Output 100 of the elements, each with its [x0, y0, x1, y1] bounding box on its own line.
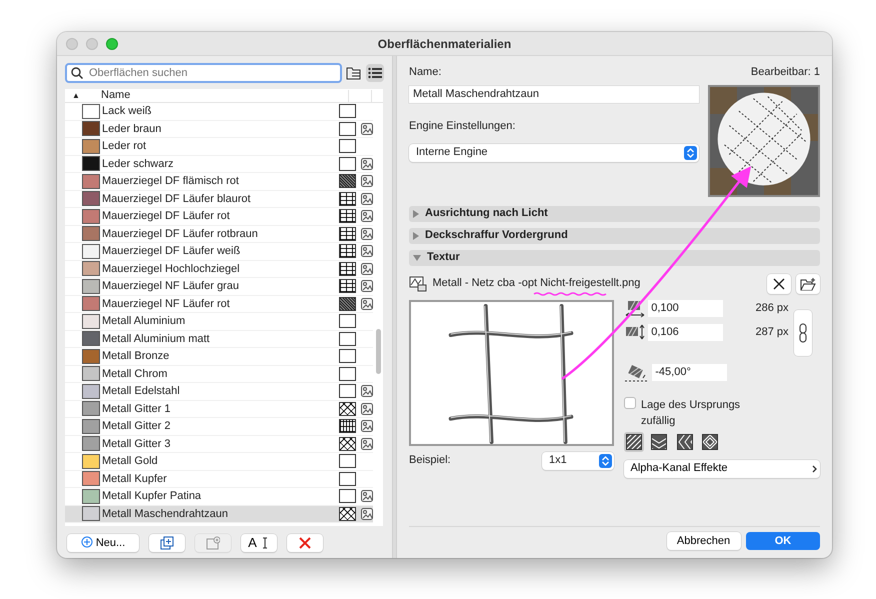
- mapping-mode-button[interactable]: [624, 432, 644, 452]
- sample-select[interactable]: 1x1: [542, 452, 614, 470]
- material-row[interactable]: Lack weiß: [65, 103, 373, 120]
- material-row[interactable]: Mauerziegel NF Läufer grau: [65, 278, 373, 296]
- checkbox-label: Lage des Ursprungs zufällig: [641, 398, 742, 429]
- mapping-mode-button[interactable]: [700, 432, 720, 452]
- material-row[interactable]: Metall Gitter 1: [65, 400, 373, 418]
- material-row[interactable]: Metall Edelstahl: [65, 383, 373, 400]
- hatch-pattern-icon: [626, 434, 642, 450]
- folder-list-icon: [346, 65, 362, 81]
- material-name: Metall Edelstahl: [102, 384, 181, 399]
- column-header[interactable]: Name: [87, 87, 337, 104]
- up-down-arrows-icon: [599, 454, 612, 468]
- material-name: Metall Gitter 2: [102, 419, 172, 434]
- material-row[interactable]: Metall Kupfer: [65, 470, 373, 488]
- hatch-pattern-swatch: [339, 262, 356, 276]
- list-view-button[interactable]: [366, 64, 384, 82]
- alpha-channel-button[interactable]: Alpha-Kanal Effekte: [624, 460, 820, 478]
- mapping-mode-button[interactable]: [649, 432, 669, 452]
- width-field[interactable]: 0,100: [648, 300, 724, 317]
- material-row[interactable]: Metall Aluminium matt: [65, 330, 373, 348]
- material-row[interactable]: Metall Gitter 3: [65, 436, 373, 453]
- material-row[interactable]: Mauerziegel NF Läufer rot: [65, 296, 373, 313]
- material-row[interactable]: Metall Gold: [65, 453, 373, 470]
- angle-field[interactable]: -45,00°: [652, 364, 728, 381]
- material-name: Mauerziegel NF Läufer rot: [102, 296, 231, 312]
- material-name: Metall Bronze: [102, 349, 170, 364]
- material-row[interactable]: Mauerziegel DF Läufer blaurot: [65, 190, 373, 208]
- remove-texture-button[interactable]: [766, 274, 790, 294]
- delete-icon: [298, 536, 312, 550]
- hatch-pattern-swatch: [339, 174, 356, 188]
- material-row[interactable]: Metall Maschendrahtzaun: [65, 506, 373, 523]
- search-field[interactable]: Oberflächen suchen: [65, 63, 342, 83]
- plus-circle-icon: [80, 536, 93, 550]
- scrollbar-thumb[interactable]: [376, 329, 381, 374]
- chain-link-icon: [799, 322, 807, 342]
- section-header[interactable]: Ausrichtung nach Licht: [409, 206, 820, 222]
- material-name: Metall Kupfer Patina: [102, 489, 202, 504]
- duplicate-icon: [160, 536, 174, 550]
- section-header[interactable]: Deckschraffur Vordergrund: [409, 228, 820, 244]
- material-row[interactable]: Mauerziegel DF flämisch rot: [65, 173, 373, 190]
- hatch-pattern-swatch: [339, 192, 356, 206]
- material-row[interactable]: Mauerziegel Hochlochziegel: [65, 260, 373, 278]
- hatch-pattern-swatch: [339, 506, 356, 521]
- material-name: Metall Gitter 3: [102, 436, 172, 452]
- material-row[interactable]: Metall Aluminium: [65, 313, 373, 330]
- cancel-button[interactable]: Abbrechen: [666, 532, 740, 550]
- hatch-pattern-swatch: [339, 366, 356, 381]
- material-name: Metall Gitter 1: [102, 402, 172, 416]
- sort-indicator[interactable]: ▲: [65, 90, 87, 102]
- material-row[interactable]: Mauerziegel DF Läufer rotbraun: [65, 226, 373, 243]
- engine-select[interactable]: Interne Engine: [409, 144, 699, 162]
- material-name: Metall Maschendrahtzaun: [102, 506, 229, 522]
- texture-height-icon: [624, 323, 646, 341]
- material-row[interactable]: Mauerziegel DF Läufer rot: [65, 208, 373, 226]
- material-row[interactable]: Leder braun: [65, 120, 373, 138]
- material-name: Metall Kupfer: [102, 472, 168, 486]
- open-folder-button[interactable]: [796, 274, 820, 294]
- material-row[interactable]: Leder rot: [65, 138, 373, 156]
- up-down-arrows-icon: [684, 146, 697, 160]
- chevron-right-icon: [812, 464, 818, 472]
- height-pixels: 287 px: [755, 324, 788, 340]
- material-name: Mauerziegel DF Läufer rot: [102, 209, 231, 224]
- hatch-pattern-swatch: [339, 296, 356, 311]
- material-name: Leder rot: [102, 139, 148, 154]
- hatch-pattern-swatch: [339, 332, 356, 346]
- texture-angle-icon: [624, 362, 650, 382]
- material-row[interactable]: Mauerziegel DF Läufer weiß: [65, 243, 373, 260]
- name-field[interactable]: Metall Maschendrahtzaun: [409, 86, 699, 103]
- height-field[interactable]: 0,106: [648, 324, 724, 340]
- link-proportions-button[interactable]: [794, 310, 812, 356]
- hatch-pattern-swatch: [339, 156, 356, 171]
- rename-button[interactable]: A: [241, 534, 277, 552]
- material-row[interactable]: Metall Chrom: [65, 366, 373, 383]
- material-row[interactable]: Leder schwarz: [65, 156, 373, 173]
- random-origin-checkbox[interactable]: [624, 396, 636, 408]
- hatch-pattern-swatch: [339, 279, 356, 294]
- engine-label: Engine Einstellungen:: [409, 119, 516, 134]
- mapping-mode-button[interactable]: [674, 432, 694, 452]
- hatch-pattern-swatch: [339, 122, 356, 136]
- section-header[interactable]: Textur: [409, 250, 820, 266]
- delete-button[interactable]: [287, 534, 323, 552]
- hatch-pattern-swatch: [339, 419, 356, 434]
- new-button[interactable]: Neu...: [67, 534, 139, 552]
- material-row[interactable]: Metall Bronze: [65, 348, 373, 366]
- window-zoom-button[interactable]: [106, 38, 118, 50]
- window-title: Oberflächenmaterialien: [378, 36, 512, 50]
- sample-label: Beispiel:: [409, 453, 451, 468]
- material-name: Leder schwarz: [102, 156, 175, 172]
- material-row[interactable]: Metall Gitter 2: [65, 418, 373, 436]
- close-icon: [772, 278, 784, 290]
- texture-file-icon: [409, 276, 427, 292]
- hatch-pattern-swatch: [339, 436, 356, 451]
- hatch-pattern-swatch: [339, 472, 356, 486]
- duplicate-button[interactable]: [149, 534, 185, 552]
- hatch-pattern-swatch: [339, 104, 356, 118]
- ok-button[interactable]: OK: [746, 532, 820, 550]
- material-name: Mauerziegel DF Läufer rotbraun: [102, 226, 259, 242]
- editable-count: Bearbeitbar: 1: [750, 65, 820, 80]
- name-label: Name:: [409, 65, 442, 80]
